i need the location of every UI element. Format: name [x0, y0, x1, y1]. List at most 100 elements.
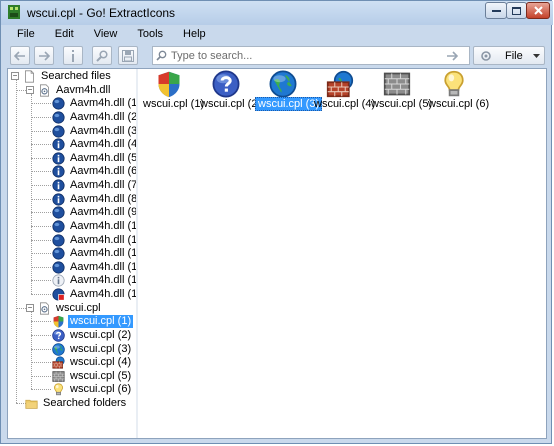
- menu-tools[interactable]: Tools: [127, 25, 173, 43]
- menu-file[interactable]: File: [7, 25, 45, 43]
- tree-root-searched-files[interactable]: Searched files: [23, 70, 113, 83]
- globe-info-icon: [52, 193, 65, 206]
- tree-connector: [31, 103, 51, 105]
- window-title: wscui.cpl - Go! ExtractIcons: [27, 6, 176, 20]
- tree-item[interactable]: wscui.cpl (1): [52, 315, 134, 329]
- expand-searched-files[interactable]: −: [11, 72, 19, 80]
- tree-group-0[interactable]: Aavm4h.dll: [38, 84, 112, 97]
- tree-item[interactable]: Aavm4h.dll (13): [52, 260, 137, 274]
- save-button[interactable]: [118, 46, 138, 65]
- tree-item[interactable]: Aavm4h.dll (1): [52, 97, 136, 110]
- shield-icon: [52, 315, 65, 328]
- tree-item[interactable]: wscui.cpl (6): [52, 383, 133, 396]
- icon-grid-label: wscui.cpl (4): [314, 98, 376, 110]
- icon-grid-caption: wscui.cpl (6): [426, 98, 489, 110]
- globe-red-icon: [52, 288, 65, 301]
- tree-item-label: Aavm4h.dll (5): [70, 151, 137, 164]
- tree-item[interactable]: wscui.cpl (5): [52, 370, 133, 383]
- tree-group-1[interactable]: wscui.cpl: [38, 302, 103, 315]
- tree-item[interactable]: Aavm4h.dll (15): [52, 288, 136, 301]
- title-bar[interactable]: wscui.cpl - Go! ExtractIcons: [1, 1, 553, 25]
- tree-item[interactable]: wscui.cpl (2): [52, 329, 133, 342]
- find-button[interactable]: [92, 46, 112, 65]
- app-icon: [8, 5, 20, 19]
- tree-item-label: wscui.cpl (4): [70, 356, 132, 369]
- menu-help[interactable]: Help: [173, 25, 216, 43]
- icon-grid-item[interactable]: wscui.cpl (6): [426, 69, 489, 115]
- tree-item-label: Aavm4h.dll (10): [70, 219, 137, 232]
- tree-connector: [31, 280, 51, 282]
- menu-bar: File Edit View Tools Help: [7, 25, 547, 43]
- info-button[interactable]: [63, 46, 83, 65]
- icon-grid-item[interactable]: wscui.cpl (2): [198, 69, 261, 115]
- tree-item[interactable]: Aavm4h.dll (12): [52, 247, 137, 260]
- icon-grid-item[interactable]: wscui.cpl (5): [369, 69, 432, 115]
- tree-item-label: wscui.cpl (1): [68, 315, 134, 329]
- tree-connector: [31, 348, 51, 350]
- tree-item[interactable]: Aavm4h.dll (7): [52, 179, 136, 192]
- icon-grid-item[interactable]: wscui.cpl (3): [255, 69, 323, 115]
- icon-grid-caption: wscui.cpl (1): [141, 98, 204, 110]
- file-type-dropdown[interactable]: File: [473, 46, 545, 65]
- info-icon: [72, 49, 74, 62]
- tree-connector: [31, 130, 51, 132]
- tree-connector: [16, 89, 26, 91]
- tree-item[interactable]: Aavm4h.dll (6): [52, 165, 137, 178]
- expand-group-1[interactable]: −: [26, 303, 34, 312]
- tree-connector: [16, 80, 17, 404]
- find-icon: [96, 49, 108, 62]
- tree-connector: [16, 307, 26, 309]
- menu-edit[interactable]: Edit: [45, 25, 84, 43]
- icon-grid-label: wscui.cpl (1): [143, 98, 205, 110]
- tree-item[interactable]: Aavm4h.dll (9): [52, 206, 136, 219]
- close-button[interactable]: [526, 2, 550, 19]
- file-tree[interactable]: − Searched files − Aavm4h.dll Aavm4h.dll (1)…: [8, 69, 137, 438]
- icon-grid-caption: wscui.cpl (5): [369, 98, 432, 110]
- tree-searched-folders[interactable]: Searched folders: [25, 397, 128, 410]
- search-box[interactable]: [152, 46, 470, 65]
- icon-grid-item[interactable]: wscui.cpl (1): [141, 69, 204, 115]
- go-arrow-icon: [447, 50, 458, 61]
- tree-item[interactable]: Aavm4h.dll (4): [52, 138, 136, 151]
- forward-button[interactable]: [34, 46, 54, 65]
- tree-connector: [31, 266, 51, 268]
- tree-item-label: Aavm4h.dll (6): [70, 165, 137, 178]
- tree-item-label: Aavm4h.dll (12): [70, 247, 137, 260]
- tree-connector: [31, 375, 51, 377]
- icon-grid-caption: wscui.cpl (4): [312, 98, 375, 110]
- close-icon: [533, 6, 543, 15]
- expand-group-0[interactable]: −: [26, 85, 34, 94]
- tree-connector: [31, 389, 51, 391]
- tree-item[interactable]: wscui.cpl (4): [52, 356, 133, 369]
- tree-item[interactable]: Aavm4h.dll (8): [52, 193, 136, 206]
- tree-item-label: Aavm4h.dll: [56, 83, 111, 96]
- search-input[interactable]: [171, 48, 441, 63]
- tree-item[interactable]: wscui.cpl (3): [52, 343, 133, 356]
- save-icon: [122, 49, 134, 62]
- tree-item[interactable]: Aavm4h.dll (10): [52, 219, 137, 233]
- forward-arrow-icon: [39, 50, 50, 61]
- tree-connector: [31, 198, 51, 200]
- tree-item-label: Aavm4h.dll (13): [70, 260, 137, 273]
- chevron-down-icon: [533, 54, 540, 58]
- file-dropdown-label: File: [505, 50, 523, 62]
- icon-grid-item[interactable]: wscui.cpl (4): [312, 69, 375, 115]
- tree-item[interactable]: Aavm4h.dll (11): [52, 234, 136, 247]
- icon-grid-label: wscui.cpl (5): [371, 98, 433, 110]
- tree-item[interactable]: Aavm4h.dll (5): [52, 151, 137, 165]
- tree-item[interactable]: Aavm4h.dll (3): [52, 125, 136, 138]
- tree-item[interactable]: Aavm4h.dll (2): [52, 111, 136, 124]
- go-button[interactable]: [442, 46, 462, 65]
- back-button[interactable]: [10, 46, 30, 65]
- maximize-button[interactable]: [506, 2, 527, 19]
- help-icon: [52, 329, 65, 342]
- menu-view[interactable]: View: [84, 25, 128, 43]
- minimize-button[interactable]: [485, 2, 507, 19]
- shield-icon: [155, 70, 183, 98]
- tree-connector: [31, 321, 51, 323]
- pane-splitter[interactable]: [136, 69, 138, 438]
- tree-item[interactable]: Aavm4h.dll (14): [52, 274, 136, 288]
- help-icon: [212, 70, 240, 98]
- globe-info-icon: [52, 165, 65, 178]
- app-window: wscui.cpl - Go! ExtractIcons File Edit V…: [0, 0, 553, 444]
